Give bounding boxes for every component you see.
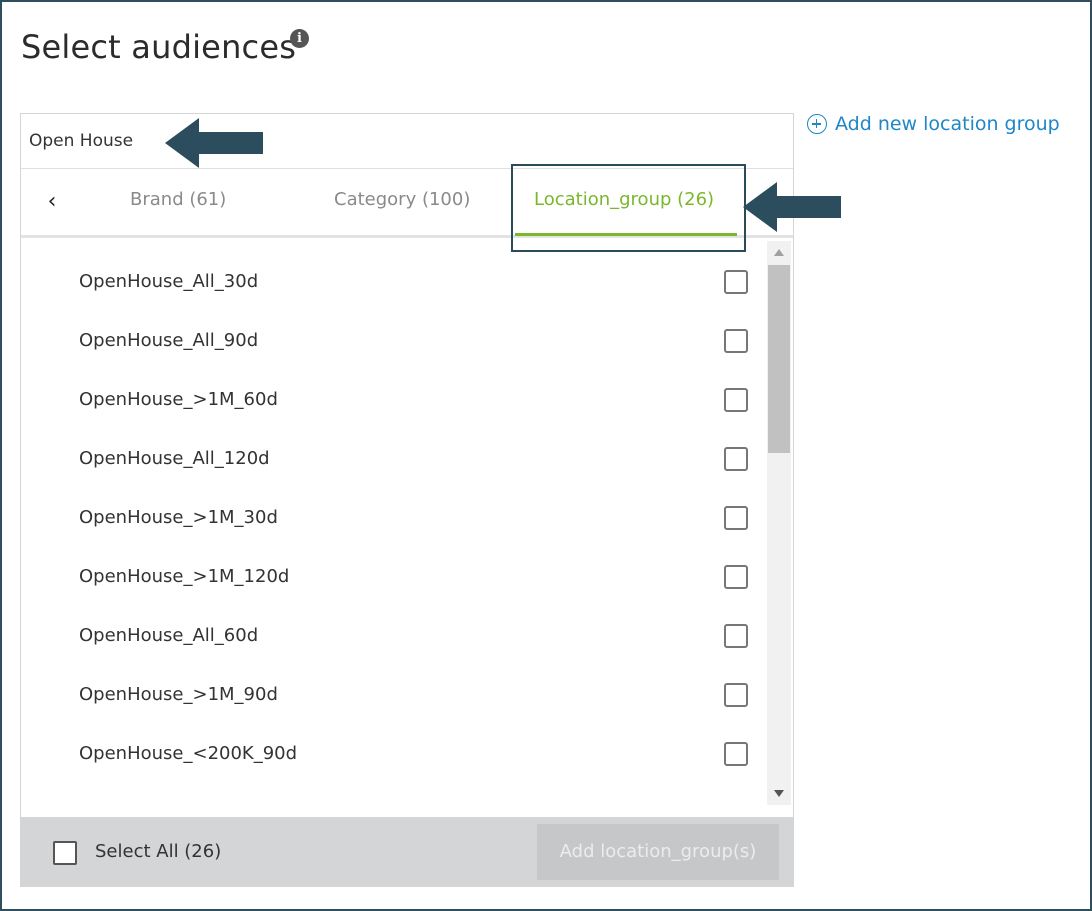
page-title: Select audiences (21, 28, 297, 66)
list-item-label: OpenHouse_<200K_90d (79, 743, 298, 764)
add-new-location-group-label: Add new location group (835, 113, 1060, 135)
list-item-checkbox[interactable] (724, 624, 748, 648)
add-new-location-group-link[interactable]: Add new location group (807, 113, 1060, 135)
audience-list: OpenHouse_All_30d OpenHouse_All_90d Open… (21, 241, 767, 815)
select-all-label: Select All (26) (95, 841, 222, 862)
list-item[interactable]: OpenHouse_All_120d (21, 430, 767, 489)
tab-back-chevron-icon[interactable]: ‹ (41, 187, 63, 217)
list-item[interactable]: OpenHouse_>1M_120d (21, 548, 767, 607)
add-location-group-button[interactable]: Add location_group(s) (537, 824, 779, 880)
list-item-label: OpenHouse_>1M_90d (79, 684, 278, 705)
list-item-checkbox[interactable] (724, 506, 748, 530)
list-item[interactable]: OpenHouse_>1M_30d (21, 489, 767, 548)
annotation-arrow-left-icon (743, 182, 841, 232)
list-item-label: OpenHouse_>1M_60d (79, 389, 278, 410)
list-item-checkbox[interactable] (724, 388, 748, 412)
annotation-arrow-left-icon (165, 118, 263, 168)
list-scrollbar[interactable] (767, 241, 791, 805)
select-all-checkbox[interactable] (53, 841, 77, 865)
tab-brand[interactable]: Brand (61) (130, 189, 226, 210)
list-item[interactable]: OpenHouse_>1M_90d (21, 666, 767, 725)
list-item-checkbox[interactable] (724, 742, 748, 766)
scrollbar-thumb[interactable] (768, 265, 790, 453)
search-input[interactable] (29, 126, 159, 156)
scroll-down-arrow-icon[interactable] (774, 790, 784, 797)
search-bar (21, 114, 793, 169)
list-item-label: OpenHouse_All_30d (79, 271, 259, 292)
list-item-label: OpenHouse_>1M_120d (79, 566, 290, 587)
list-item[interactable]: OpenHouse_<200K_90d (21, 725, 767, 784)
list-item-label: OpenHouse_All_60d (79, 625, 259, 646)
plus-circle-icon (807, 114, 827, 134)
list-item[interactable]: OpenHouse_All_90d (21, 312, 767, 371)
list-item[interactable]: OpenHouse_>1M_60d (21, 371, 767, 430)
panel-footer: Select All (26) Add location_group(s) (21, 817, 793, 886)
list-item[interactable]: OpenHouse_All_30d (21, 253, 767, 312)
list-item-checkbox[interactable] (724, 683, 748, 707)
list-item-checkbox[interactable] (724, 270, 748, 294)
tab-category[interactable]: Category (100) (334, 189, 470, 210)
list-item-checkbox[interactable] (724, 447, 748, 471)
tab-highlight-annotation-box (511, 164, 746, 252)
list-item-label: OpenHouse_All_120d (79, 448, 270, 469)
list-item-label: OpenHouse_>1M_30d (79, 507, 278, 528)
info-icon[interactable]: i (290, 29, 309, 48)
list-item[interactable]: OpenHouse_All_60d (21, 607, 767, 666)
list-item-checkbox[interactable] (724, 565, 748, 589)
scroll-up-arrow-icon[interactable] (774, 249, 784, 256)
list-item-checkbox[interactable] (724, 329, 748, 353)
list-item-label: OpenHouse_All_90d (79, 330, 259, 351)
